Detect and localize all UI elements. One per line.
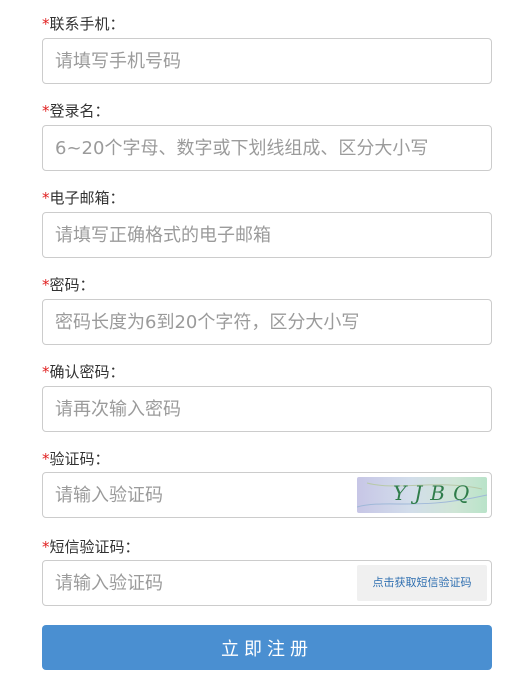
required-mark: * (42, 538, 50, 556)
phone-label-text: 联系手机： (49, 15, 125, 33)
email-input[interactable] (43, 213, 491, 257)
phone-label: *联系手机： (42, 13, 125, 35)
required-mark: * (42, 15, 50, 33)
required-mark: * (42, 450, 50, 468)
confirm-password-label-text: 确认密码： (49, 363, 125, 381)
captcha-label: *验证码： (42, 448, 110, 470)
confirm-password-label: *确认密码： (42, 361, 125, 383)
captcha-image[interactable]: YJBQ (357, 477, 487, 513)
captcha-input[interactable] (43, 473, 343, 517)
username-label-text: 登录名： (49, 102, 110, 120)
sms-code-input[interactable] (43, 561, 343, 605)
required-mark: * (42, 189, 50, 207)
phone-field-box (42, 38, 492, 84)
username-field-box (42, 125, 492, 171)
email-label: *电子邮箱： (42, 187, 125, 209)
username-input[interactable] (43, 126, 491, 170)
captcha-text: YJBQ (393, 481, 478, 505)
required-mark: * (42, 102, 50, 120)
sms-code-label: *短信验证码： (42, 536, 140, 558)
password-field-box (42, 299, 492, 345)
required-mark: * (42, 276, 50, 294)
sms-code-field-box: 点击获取短信验证码 (42, 560, 492, 606)
password-input[interactable] (43, 300, 491, 344)
captcha-label-text: 验证码： (49, 450, 110, 468)
phone-input[interactable] (43, 39, 491, 83)
confirm-password-input[interactable] (43, 387, 491, 431)
sms-code-label-text: 短信验证码： (49, 538, 140, 556)
required-mark: * (42, 363, 50, 381)
password-label: *密码： (42, 274, 95, 296)
email-field-box (42, 212, 492, 258)
email-label-text: 电子邮箱： (49, 189, 125, 207)
register-button[interactable]: 立即注册 (42, 625, 492, 670)
get-sms-code-button[interactable]: 点击获取短信验证码 (357, 565, 487, 601)
captcha-field-box: YJBQ (42, 472, 492, 518)
password-label-text: 密码： (49, 276, 95, 294)
confirm-password-field-box (42, 386, 492, 432)
username-label: *登录名： (42, 100, 110, 122)
